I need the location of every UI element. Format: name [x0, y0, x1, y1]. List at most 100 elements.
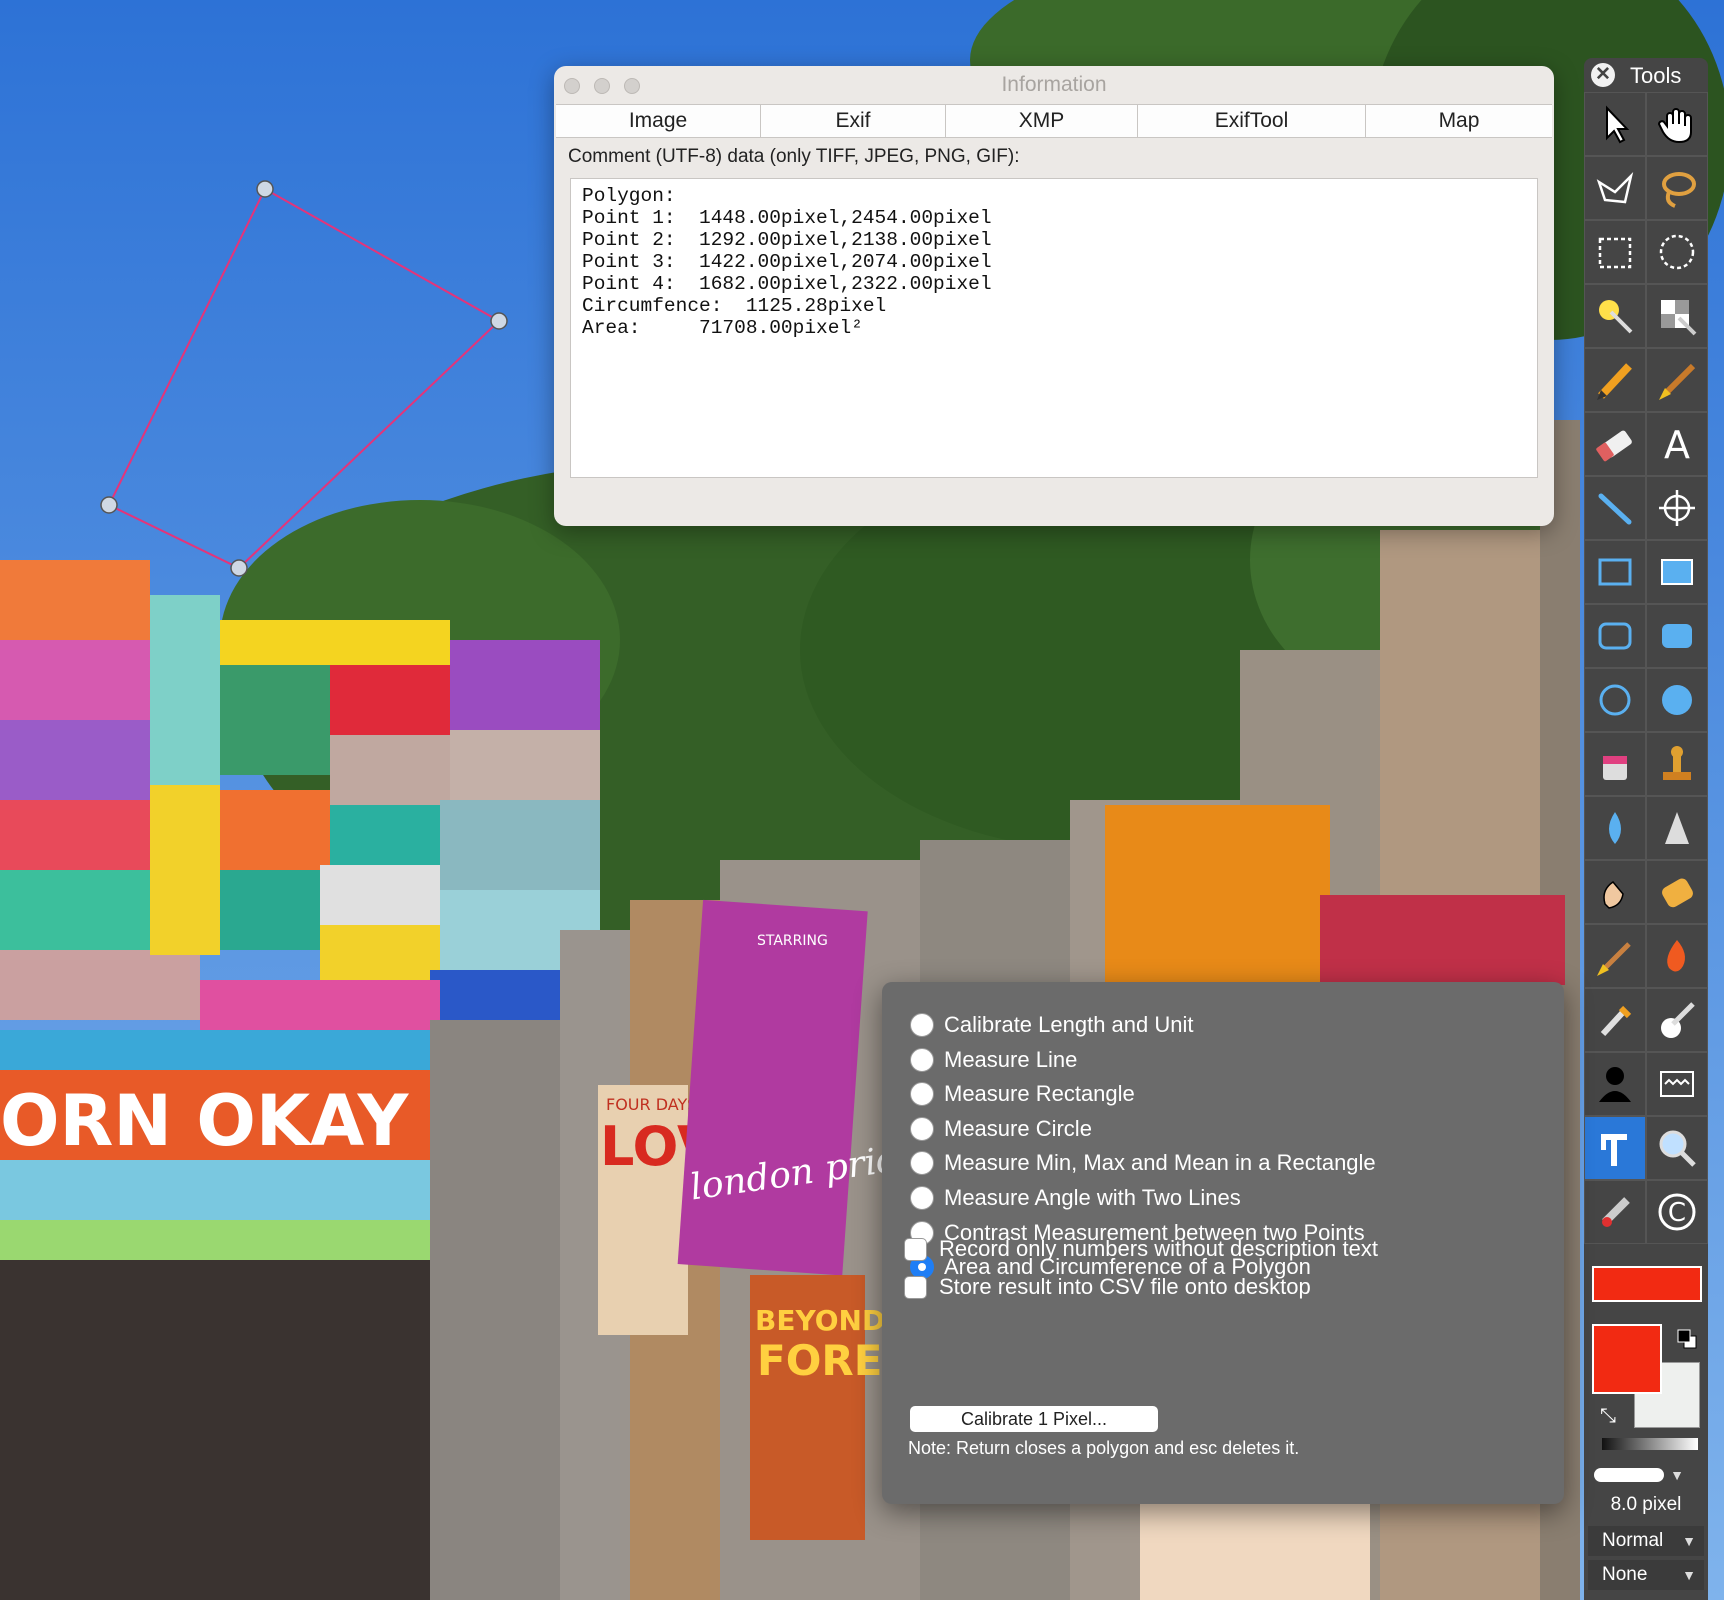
- current-color-bar[interactable]: [1592, 1266, 1702, 1302]
- eyedropper-icon: [1600, 1005, 1632, 1037]
- tool-hand[interactable]: [1646, 92, 1708, 156]
- radio-button[interactable]: [910, 1186, 934, 1210]
- tool-line[interactable]: [1584, 476, 1646, 540]
- tool-zoom[interactable]: [1646, 1116, 1708, 1180]
- comment-line: Circumfence: 1125.28pixel: [582, 295, 887, 317]
- tab-exiftool[interactable]: ExifTool: [1138, 105, 1366, 137]
- tool-brush[interactable]: [1646, 348, 1708, 412]
- tool-measure-calipers[interactable]: [1584, 1116, 1646, 1180]
- effect-select[interactable]: None ▼: [1588, 1560, 1704, 1590]
- effect-value: None: [1602, 1564, 1648, 1585]
- measure-option[interactable]: Measure Angle with Two Lines: [910, 1181, 1241, 1215]
- comment-textarea[interactable]: Polygon: Point 1: 1448.00pixel,2454.00pi…: [570, 178, 1538, 478]
- tool-filled-rounded-rect[interactable]: [1646, 604, 1708, 668]
- tool-arrow-select[interactable]: [1584, 92, 1646, 156]
- tool-checker-select[interactable]: [1646, 284, 1708, 348]
- tool-filled-rectangle[interactable]: [1646, 540, 1708, 604]
- close-icon[interactable]: ✕: [1591, 63, 1615, 87]
- record-numbers-only-checkbox[interactable]: Record only numbers without description …: [904, 1232, 1378, 1266]
- paint-bucket-icon: [1603, 756, 1627, 780]
- measure-option-label: Measure Circle: [944, 1115, 1092, 1141]
- tool-sharpen-cone[interactable]: [1646, 796, 1708, 860]
- magic-wand-icon: [1599, 300, 1633, 334]
- blend-mode-select[interactable]: Normal ▼: [1588, 1526, 1704, 1556]
- radio-button[interactable]: [910, 1082, 934, 1107]
- eraser-icon: [1596, 430, 1632, 462]
- tool-filled-ellipse[interactable]: [1646, 668, 1708, 732]
- tool-silhouette[interactable]: [1584, 1052, 1646, 1116]
- store-csv-checkbox[interactable]: Store result into CSV file onto desktop: [904, 1270, 1311, 1304]
- tab-map[interactable]: Map: [1366, 105, 1552, 137]
- window-titlebar[interactable]: Information: [554, 66, 1554, 104]
- tool-ellipse[interactable]: [1584, 668, 1646, 732]
- checker-select-icon: [1661, 300, 1697, 336]
- pencil-icon: [1597, 363, 1632, 400]
- tool-eraser[interactable]: [1584, 412, 1646, 476]
- window-title: Information: [1001, 73, 1107, 96]
- tool-eyedropper[interactable]: [1584, 988, 1646, 1052]
- reset-colors-icon[interactable]: [1676, 1328, 1698, 1350]
- tool-burn-flame[interactable]: [1646, 924, 1708, 988]
- tool-rectangle[interactable]: [1584, 540, 1646, 604]
- tool-sponge[interactable]: [1646, 860, 1708, 924]
- ellipse-select-icon: [1659, 234, 1695, 270]
- color-replace-icon: [1661, 1002, 1695, 1038]
- tool-red-eye[interactable]: [1584, 1180, 1646, 1244]
- tool-paint-bucket[interactable]: [1584, 732, 1646, 796]
- tools-titlebar[interactable]: ✕ Tools: [1584, 58, 1708, 92]
- radio-button[interactable]: [910, 1047, 934, 1072]
- checkbox-box[interactable]: [904, 1237, 927, 1261]
- pattern-icon: [1660, 1071, 1694, 1097]
- foreground-color-swatch[interactable]: [1592, 1324, 1662, 1394]
- tool-stamp[interactable]: [1646, 732, 1708, 796]
- radio-button[interactable]: [910, 1116, 934, 1141]
- tool-color-replace[interactable]: [1646, 988, 1708, 1052]
- tool-rounded-rect[interactable]: [1584, 604, 1646, 668]
- rectangle-icon: [1598, 558, 1632, 586]
- measure-option-label: Measure Min, Max and Mean in a Rectangle: [944, 1150, 1376, 1176]
- tab-xmp[interactable]: XMP: [946, 105, 1138, 137]
- measure-option[interactable]: Measure Min, Max and Mean in a Rectangle: [910, 1146, 1376, 1180]
- tool-smudge-finger[interactable]: [1584, 860, 1646, 924]
- radio-button[interactable]: [910, 1151, 934, 1176]
- tab-exif[interactable]: Exif: [761, 105, 946, 137]
- radio-button[interactable]: [910, 1013, 934, 1037]
- sponge-icon: [1662, 878, 1693, 908]
- info-tab-bar: Image Exif XMP ExifTool Map: [556, 104, 1552, 138]
- tool-rect-select[interactable]: [1584, 220, 1646, 284]
- red-eye-icon: [1602, 1197, 1630, 1227]
- tool-ellipse-select[interactable]: [1646, 220, 1708, 284]
- tool-text[interactable]: A: [1646, 412, 1708, 476]
- calibrate-pixel-button[interactable]: Calibrate 1 Pixel...: [910, 1406, 1158, 1432]
- tool-lasso[interactable]: [1646, 156, 1708, 220]
- crosshair-icon: [1659, 490, 1695, 526]
- brush-shape-select[interactable]: ▼: [1594, 1464, 1684, 1486]
- tool-row: [1584, 540, 1708, 604]
- polygon-handle: [490, 312, 508, 330]
- blend-mode-value: Normal: [1602, 1530, 1664, 1551]
- tool-row: [1584, 156, 1708, 220]
- tool-dodge-brush[interactable]: [1584, 924, 1646, 988]
- measure-option[interactable]: Measure Rectangle: [910, 1077, 1135, 1111]
- measure-option[interactable]: Measure Line: [910, 1043, 1077, 1077]
- checkbox-label: Record only numbers without description …: [939, 1236, 1378, 1261]
- measure-option[interactable]: Measure Circle: [910, 1112, 1092, 1146]
- checkbox-box[interactable]: [904, 1275, 927, 1299]
- tool-magic-wand[interactable]: [1584, 284, 1646, 348]
- filled-ellipse-icon: [1662, 685, 1692, 715]
- blur-drop-icon: [1609, 812, 1621, 844]
- tool-crosshair[interactable]: [1646, 476, 1708, 540]
- measure-option[interactable]: Calibrate Length and Unit: [910, 1008, 1194, 1042]
- tool-pattern[interactable]: [1646, 1052, 1708, 1116]
- tool-row: [1584, 860, 1708, 924]
- tool-row: [1584, 732, 1708, 796]
- tool-row: [1584, 1116, 1708, 1180]
- tool-blur-drop[interactable]: [1584, 796, 1646, 860]
- tool-polygon-lasso[interactable]: [1584, 156, 1646, 220]
- filled-rounded-rect-icon: [1662, 624, 1692, 648]
- tool-pencil[interactable]: [1584, 348, 1646, 412]
- tab-image[interactable]: Image: [556, 105, 761, 137]
- tool-copyright[interactable]: C: [1646, 1180, 1708, 1244]
- tool-row: [1584, 284, 1708, 348]
- swap-colors-icon[interactable]: ⤡: [1600, 1405, 1616, 1428]
